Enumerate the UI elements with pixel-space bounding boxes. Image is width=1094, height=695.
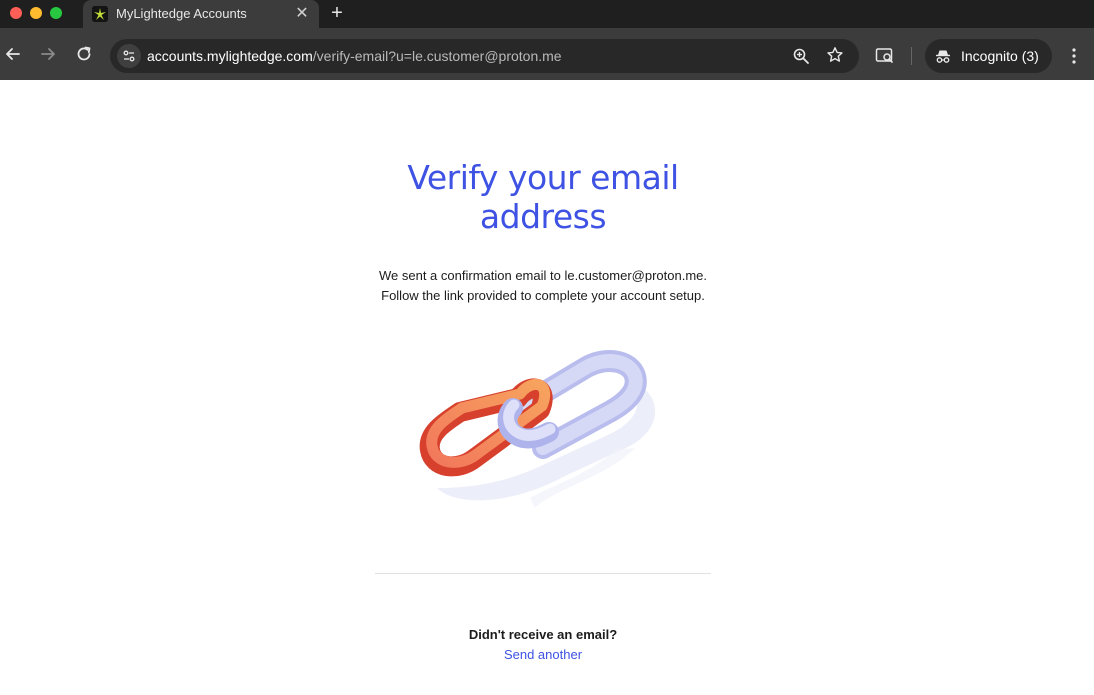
url-host: accounts.mylightedge.com	[147, 48, 313, 64]
section-divider	[375, 573, 711, 574]
forward-arrow-icon[interactable]	[38, 44, 58, 64]
page-content: Verify your email address We sent a conf…	[0, 80, 1094, 695]
tab-title: MyLightedge Accounts	[116, 6, 247, 21]
page-title-line-2: address	[479, 197, 607, 236]
toolbar-divider	[911, 47, 912, 65]
url-text[interactable]: accounts.mylightedge.com/verify-email?u=…	[147, 48, 562, 64]
send-another-link[interactable]: Send another	[443, 647, 643, 662]
window-close-button[interactable]	[10, 7, 22, 19]
new-tab-button[interactable]: +	[327, 3, 347, 23]
page-title: Verify your email address	[343, 158, 743, 236]
confirmation-message-line-1: We sent a confirmation email to le.custo…	[379, 268, 707, 283]
confirmation-message-line-2: Follow the link provided to complete you…	[381, 288, 705, 303]
browser-toolbar: accounts.mylightedge.com/verify-email?u=…	[0, 28, 1094, 80]
page-title-line-1: Verify your email	[407, 158, 679, 197]
site-settings-icon[interactable]	[117, 44, 141, 68]
kebab-menu-icon[interactable]	[1066, 46, 1082, 66]
address-bar[interactable]: accounts.mylightedge.com/verify-email?u=…	[110, 39, 859, 73]
google-lens-icon[interactable]	[875, 47, 895, 65]
browser-tab-active[interactable]: MyLightedge Accounts ✕	[83, 0, 319, 28]
site-favicon-icon	[92, 6, 108, 22]
url-path: /verify-email?u=le.customer@proton.me	[312, 48, 562, 64]
browser-tab-strip: MyLightedge Accounts ✕ +	[0, 0, 1094, 28]
confirmation-message: We sent a confirmation email to le.custo…	[343, 266, 743, 306]
incognito-label: Incognito (3)	[961, 48, 1039, 64]
bookmark-star-icon[interactable]	[826, 46, 844, 64]
back-arrow-icon[interactable]	[3, 44, 23, 64]
chain-link-icon	[415, 338, 670, 508]
zoom-icon[interactable]	[792, 47, 810, 65]
reload-icon[interactable]	[74, 44, 94, 64]
tab-close-icon[interactable]: ✕	[293, 5, 311, 23]
incognito-icon	[935, 48, 951, 64]
resend-question: Didn't receive an email?	[468, 627, 618, 642]
window-minimize-button[interactable]	[30, 7, 42, 19]
window-maximize-button[interactable]	[50, 7, 62, 19]
incognito-profile-button[interactable]: Incognito (3)	[925, 39, 1052, 73]
